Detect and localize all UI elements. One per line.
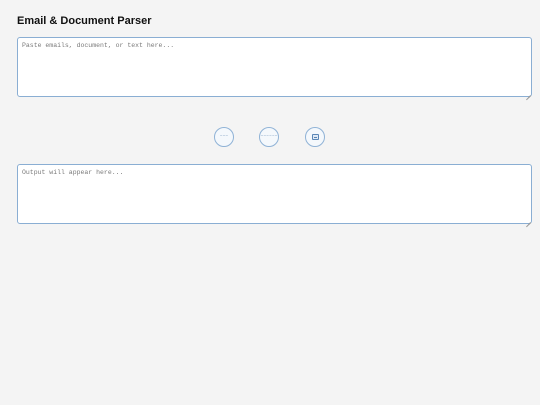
copy-button[interactable] (305, 127, 325, 147)
page-title: Email & Document Parser (17, 15, 152, 27)
output-textarea[interactable] (17, 164, 532, 224)
action-button-long[interactable]: ~~~~~~ (259, 127, 279, 147)
app-page: Email & Document Parser ~~~ ~~~~~~ (0, 0, 540, 405)
input-textarea[interactable] (17, 37, 532, 97)
clipboard-icon (311, 134, 319, 140)
action-bar: ~~~ ~~~~~~ (0, 127, 540, 149)
short-wave-icon: ~~~ (219, 134, 229, 139)
long-wave-icon: ~~~~~~ (260, 134, 278, 139)
action-button-short[interactable]: ~~~ (214, 127, 234, 147)
